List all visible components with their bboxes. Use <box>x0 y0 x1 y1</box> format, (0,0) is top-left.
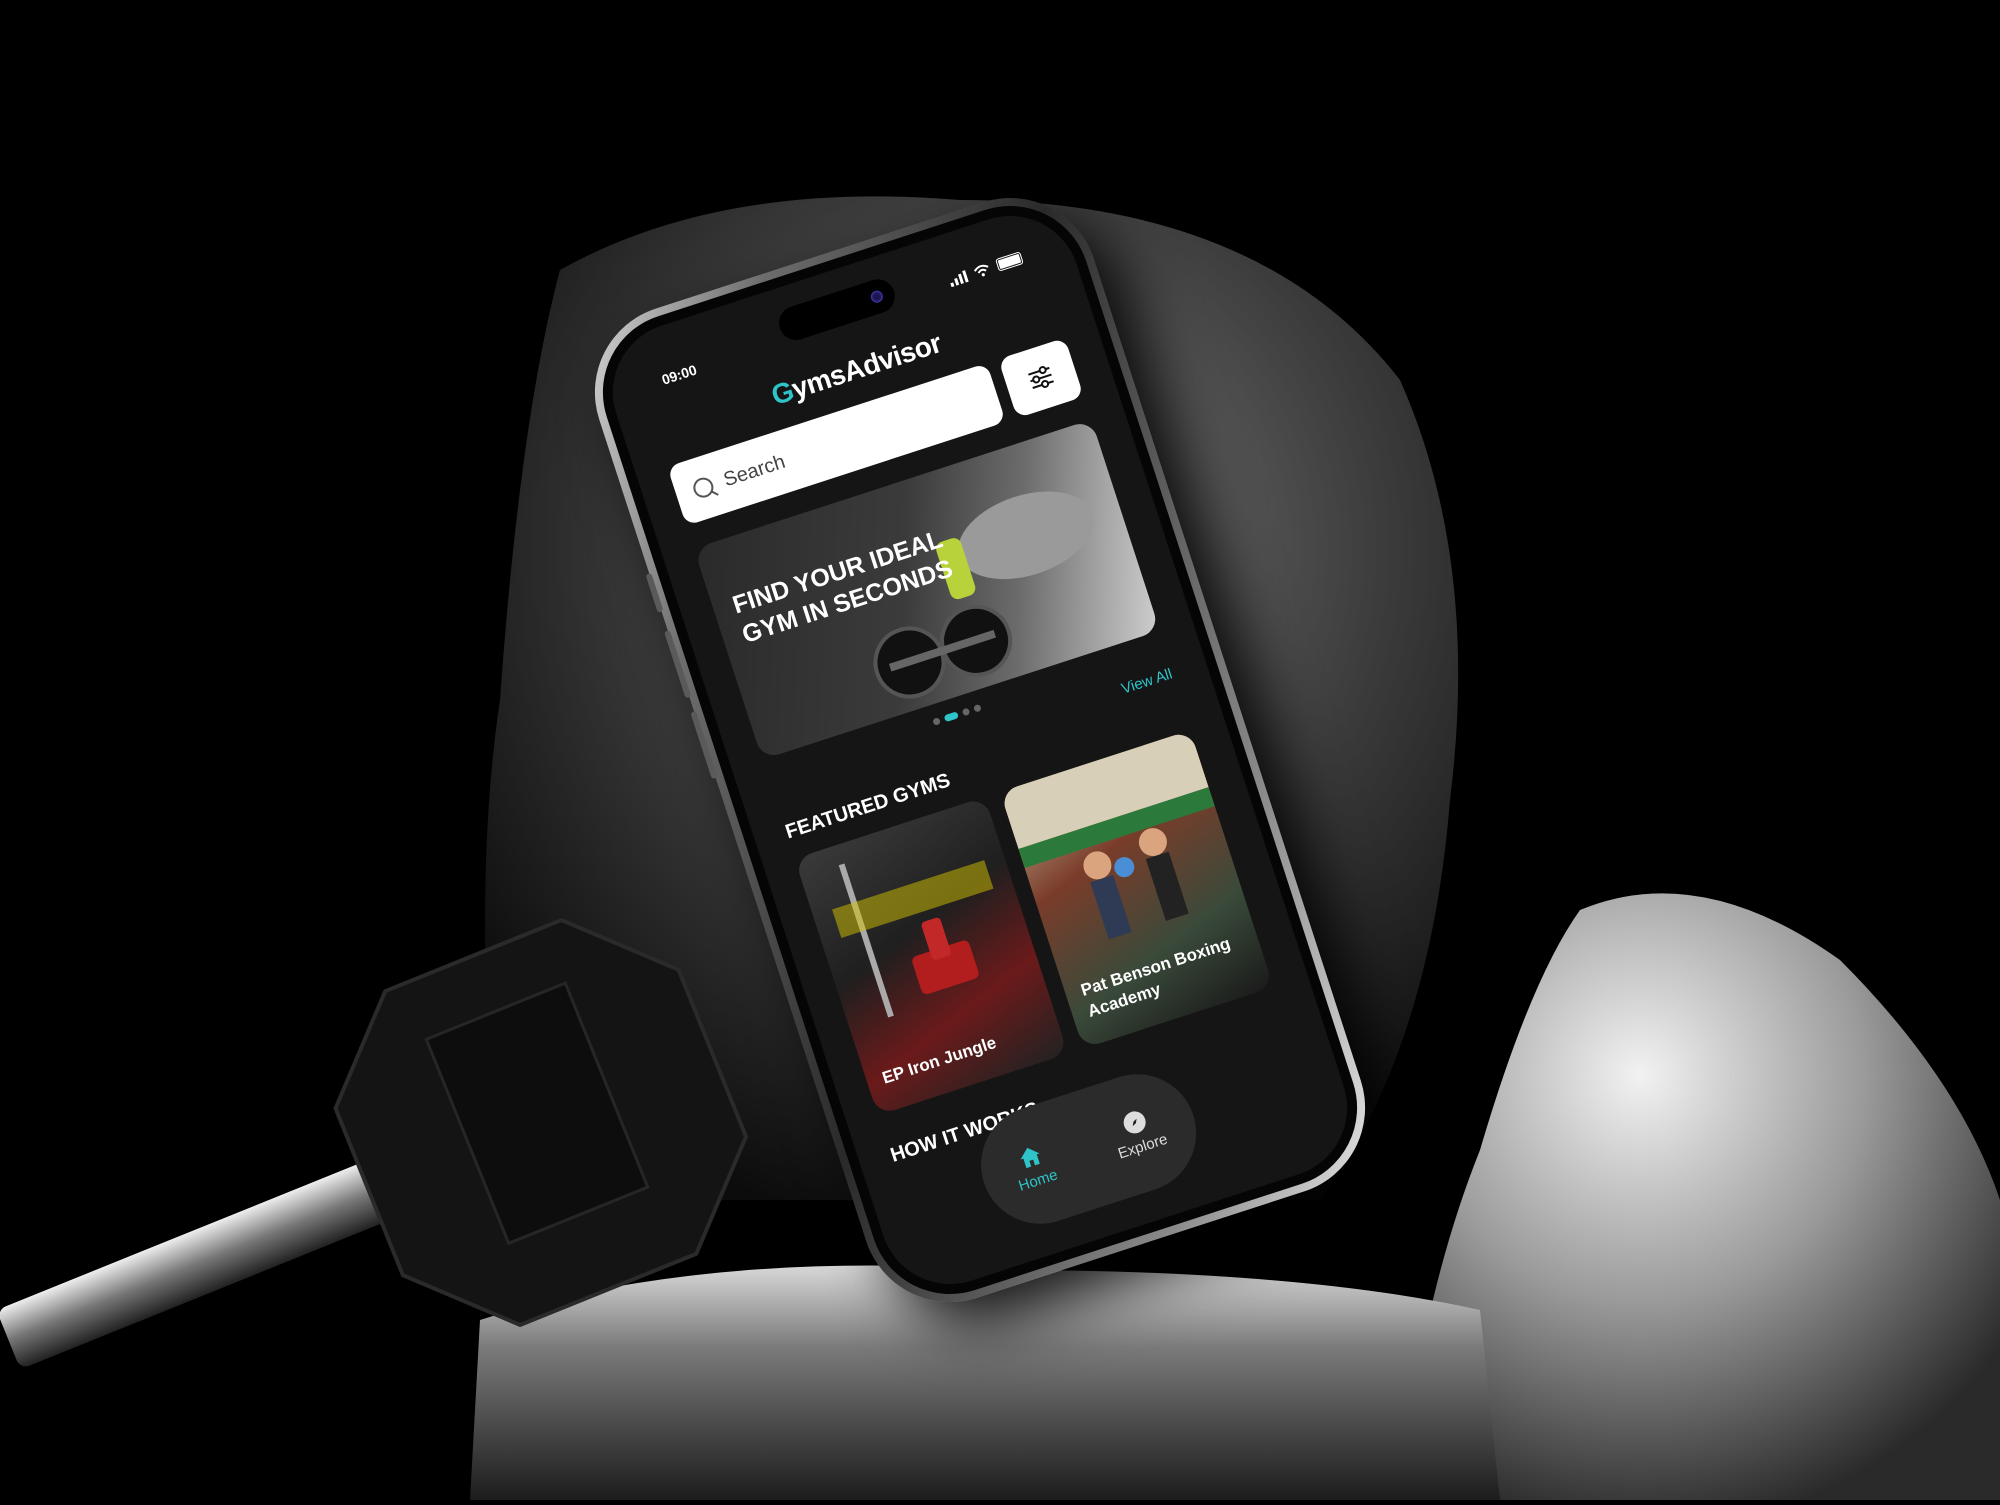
tab-home-label: Home <box>1016 1165 1060 1195</box>
tab-explore[interactable]: Explore <box>1107 1104 1170 1163</box>
wifi-icon <box>973 264 989 276</box>
compass-icon <box>1120 1108 1149 1136</box>
carousel-dot[interactable] <box>973 703 982 713</box>
search-icon <box>690 475 716 501</box>
battery-icon <box>995 251 1024 272</box>
status-icons <box>948 251 1024 287</box>
carousel-dot-active[interactable] <box>943 711 960 723</box>
home-icon <box>1020 1147 1040 1168</box>
filter-button[interactable] <box>998 337 1084 419</box>
carousel-dot[interactable] <box>932 717 941 726</box>
tab-explore-label: Explore <box>1115 1130 1170 1163</box>
camera-icon <box>869 289 885 305</box>
bottom-tab-bar: Home Explore <box>965 1058 1212 1240</box>
carousel-dot[interactable] <box>961 707 971 717</box>
carousel-dots <box>932 703 982 726</box>
sliders-icon <box>1028 366 1054 389</box>
tab-home[interactable]: Home <box>1008 1139 1060 1194</box>
stone-slab <box>470 1265 1500 1500</box>
view-all-link[interactable]: View All <box>1119 665 1174 697</box>
status-time: 09:00 <box>659 361 699 388</box>
dynamic-island <box>774 274 900 345</box>
featured-gyms-list: EP Iron Jungle Pat Benson Boxing Academy <box>794 730 1274 1116</box>
signal-icon <box>948 269 969 287</box>
